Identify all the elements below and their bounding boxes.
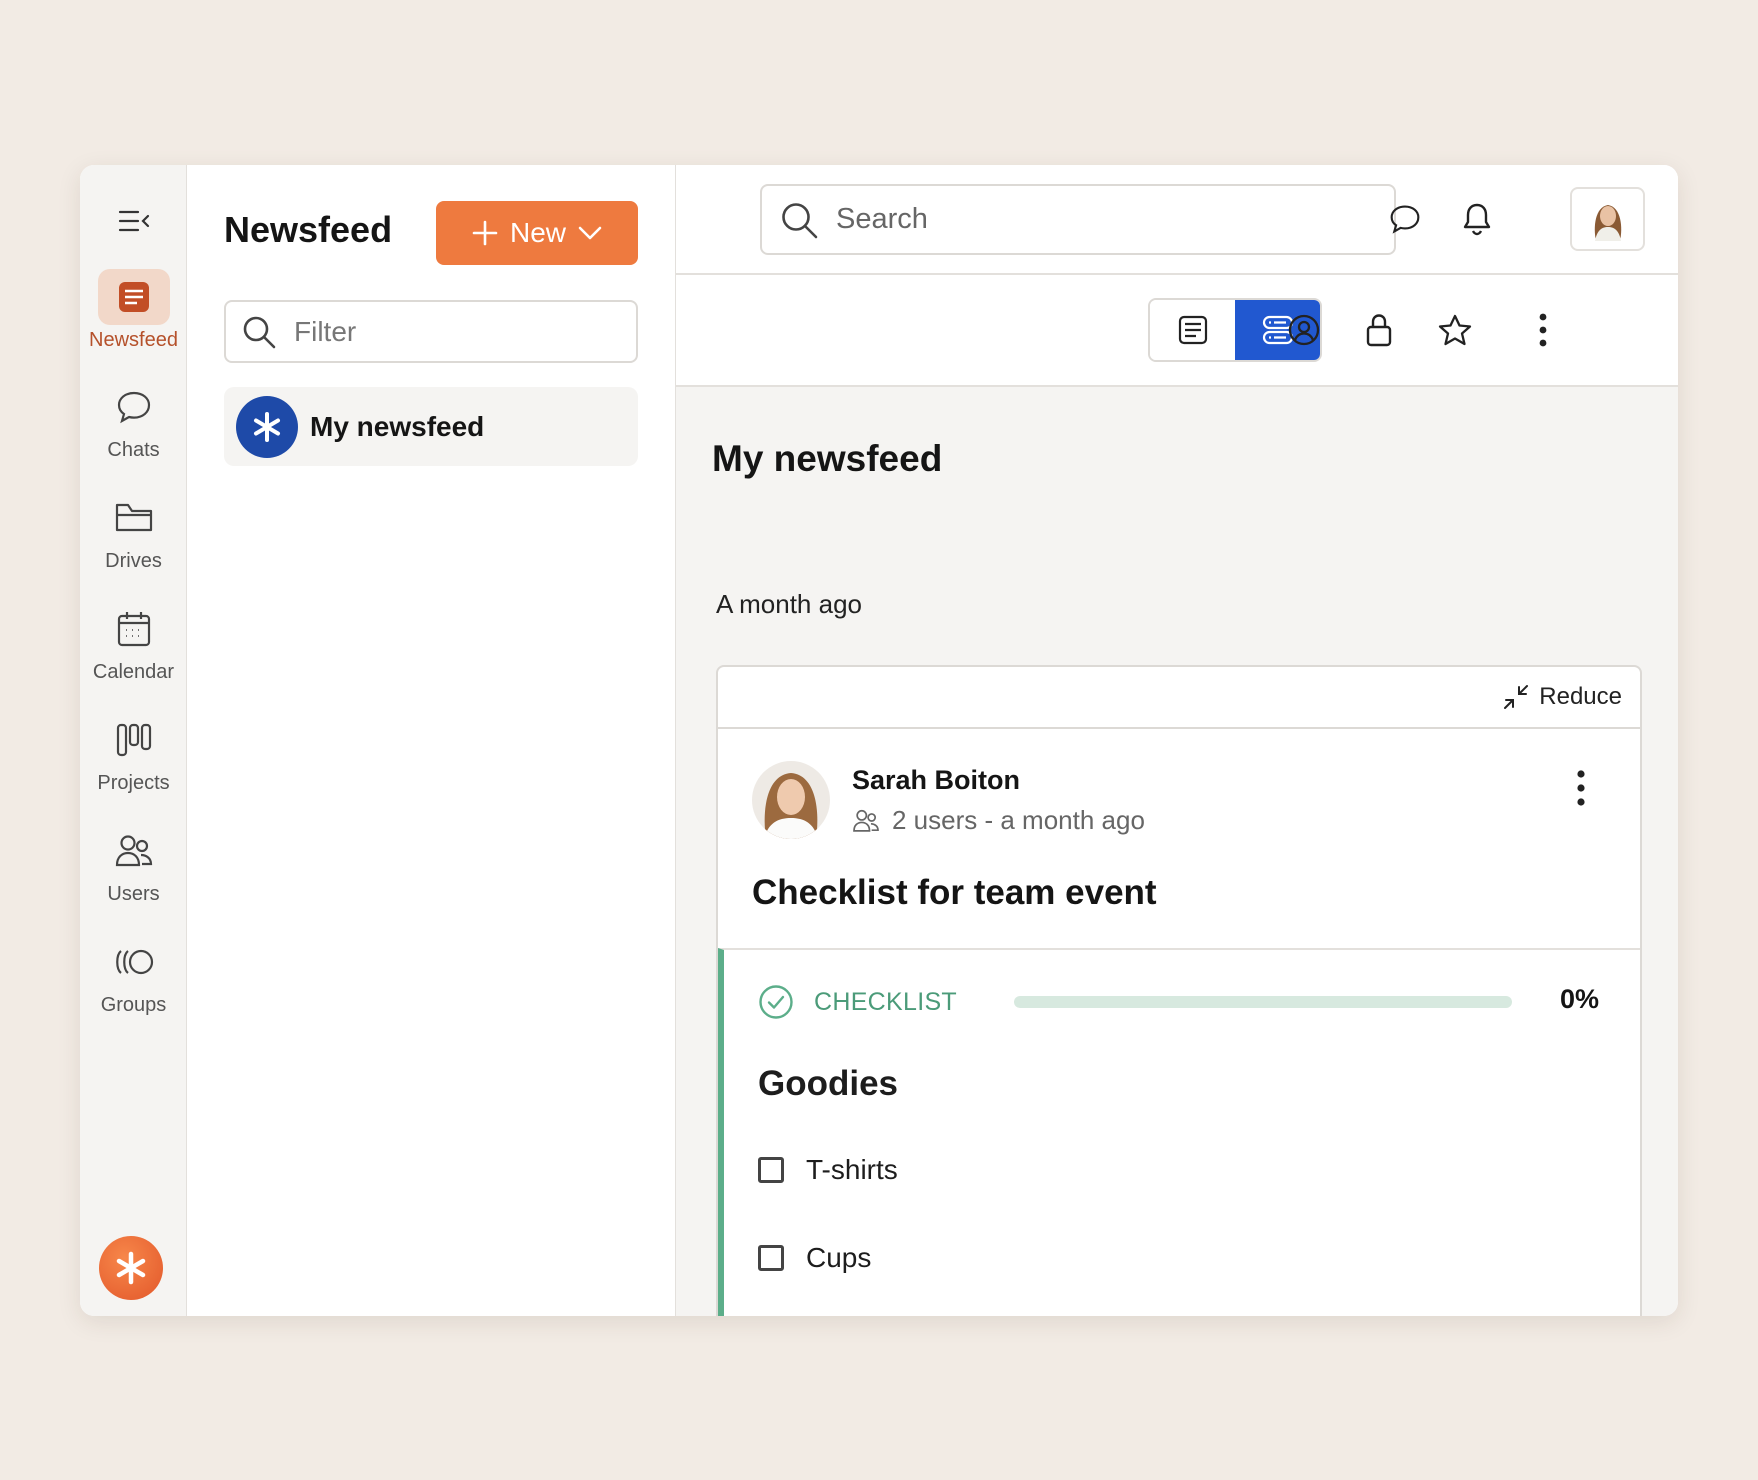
sidebar-item-chats[interactable]: Chats — [80, 379, 187, 462]
search-field[interactable] — [760, 184, 1396, 255]
sidebar-item-label: Projects — [97, 772, 170, 794]
newsfeed-icon — [97, 269, 170, 325]
check-circle-icon — [759, 985, 793, 1019]
page-title: My newsfeed — [712, 438, 943, 479]
user-avatar-button[interactable] — [1570, 187, 1645, 251]
chevron-down-icon — [578, 226, 602, 240]
new-button-label: New — [509, 217, 566, 248]
date-group-heading: A month ago — [716, 589, 862, 619]
reduce-label: Reduce — [1539, 683, 1622, 710]
app-logo[interactable] — [99, 1236, 163, 1300]
sidebar-item-label: Chats — [107, 439, 160, 461]
post-title: Checklist for team event — [752, 873, 1157, 912]
checklist-item-label: Cups — [806, 1242, 872, 1273]
app-window: Newsfeed Chats Drives Calendar Projects — [80, 165, 1678, 1316]
sidebar-item-drives[interactable]: Drives — [80, 490, 187, 573]
filter-input[interactable] — [294, 315, 614, 348]
sidebar-item-calendar[interactable]: Calendar — [80, 601, 187, 684]
more-vertical-icon[interactable] — [1520, 307, 1566, 353]
chat-bubble-icon — [98, 379, 170, 435]
top-bar — [676, 165, 1678, 275]
sidebar-item-groups[interactable]: Groups — [80, 934, 187, 1017]
checklist-label: CHECKLIST — [814, 987, 958, 1016]
sidebar-item-newsfeed[interactable]: Newsfeed — [80, 269, 187, 352]
checklist: CHECKLIST 0% Goodies T-shirts Cups — [718, 948, 1640, 1316]
bell-icon[interactable] — [1453, 195, 1501, 243]
newsfeed-column: Newsfeed New My newsfeed — [187, 165, 676, 1316]
collapse-menu-icon[interactable] — [114, 201, 154, 241]
main-panel: My newsfeed A month ago Reduce Sarah Boi… — [676, 165, 1678, 1316]
view-toolbar — [676, 275, 1678, 387]
progress-bar — [1014, 996, 1512, 1008]
checklist-item-label: T-shirts — [806, 1154, 898, 1185]
checklist-item-cups[interactable]: Cups — [758, 1242, 871, 1274]
avatar — [1594, 205, 1621, 241]
post-card: Reduce Sarah Boiton 2 users - a month ag… — [716, 665, 1642, 1316]
sidebar-item-label: Users — [107, 883, 160, 905]
left-rail: Newsfeed Chats Drives Calendar Projects — [80, 165, 187, 1316]
post-menu-icon[interactable] — [1566, 763, 1596, 813]
author-name[interactable]: Sarah Boiton — [852, 765, 1020, 796]
asterisk-icon — [236, 395, 298, 458]
checkbox[interactable] — [758, 1245, 784, 1271]
collapse-arrows-icon — [1504, 685, 1529, 709]
chat-bubble-icon[interactable] — [1381, 195, 1429, 243]
user-circle-icon[interactable] — [1281, 307, 1327, 353]
checklist-title: Goodies — [758, 1064, 899, 1103]
sidebar-item-label: Calendar — [92, 661, 175, 683]
search-input[interactable] — [836, 203, 1356, 236]
column-title: Newsfeed — [224, 209, 393, 250]
lock-icon[interactable] — [1356, 307, 1402, 353]
feed-item-my-newsfeed[interactable]: My newsfeed — [224, 387, 638, 466]
new-button[interactable]: New — [436, 201, 638, 265]
avatar[interactable] — [752, 761, 830, 839]
sidebar-item-label: Drives — [105, 550, 162, 572]
sidebar-item-label: Groups — [100, 994, 167, 1016]
list-view-button[interactable] — [1150, 300, 1235, 360]
star-icon[interactable] — [1432, 307, 1478, 353]
checklist-header: CHECKLIST — [758, 984, 957, 1020]
search-icon — [782, 202, 818, 238]
progress-percent: 0% — [1560, 984, 1600, 1014]
users-icon — [853, 809, 879, 832]
post-meta-text: 2 users - a month ago — [892, 805, 1145, 835]
checklist-item-tshirts[interactable]: T-shirts — [758, 1154, 898, 1186]
feed-item-label: My newsfeed — [310, 410, 485, 442]
sidebar-item-label: Newsfeed — [89, 329, 178, 351]
plus-icon — [472, 220, 498, 246]
checkbox[interactable] — [758, 1157, 784, 1183]
document-list-icon — [1178, 315, 1207, 345]
folder-icon — [98, 490, 170, 546]
post-meta: 2 users - a month ago — [852, 805, 1145, 836]
sidebar-item-users[interactable]: Users — [80, 823, 187, 906]
calendar-icon — [98, 601, 170, 657]
filter-field[interactable] — [224, 300, 638, 363]
users-icon — [98, 823, 170, 879]
kanban-icon — [98, 712, 170, 768]
sidebar-item-projects[interactable]: Projects — [80, 712, 187, 795]
search-icon — [243, 316, 276, 348]
reduce-button[interactable]: Reduce — [718, 667, 1640, 729]
groups-icon — [98, 934, 170, 990]
